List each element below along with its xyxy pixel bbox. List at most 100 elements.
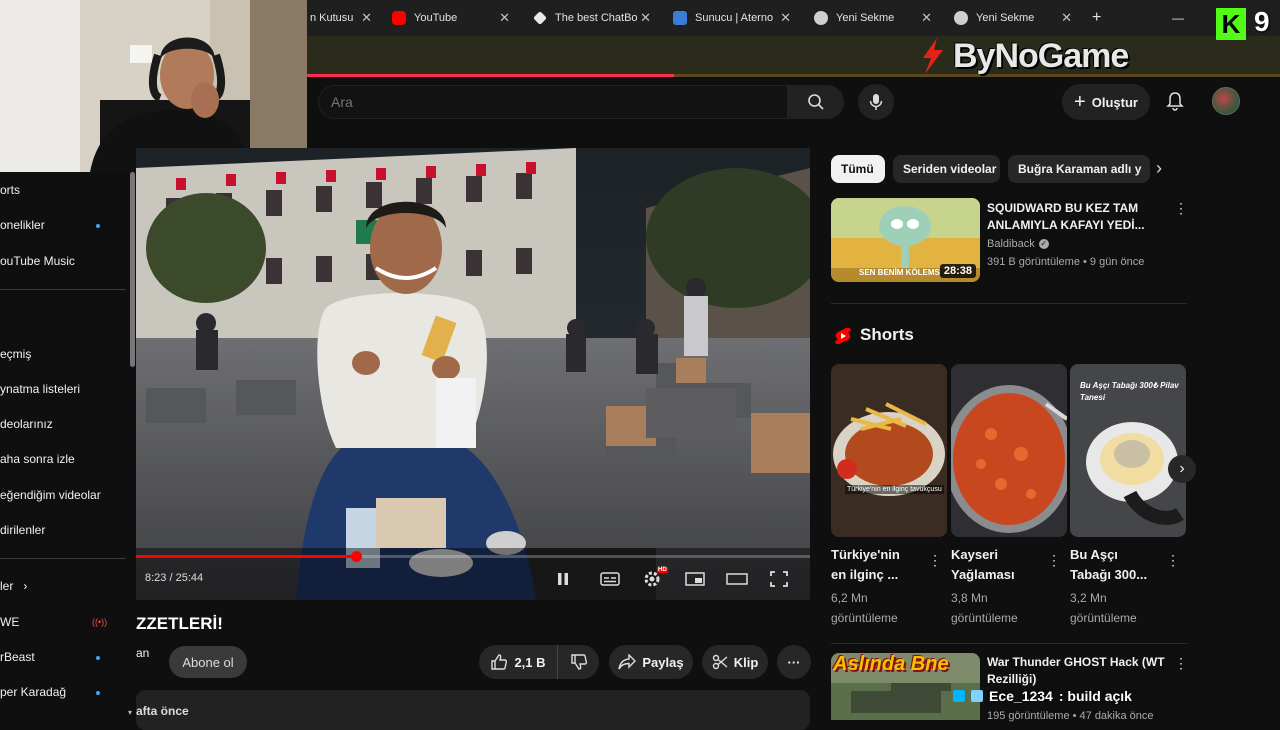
browser-tab[interactable]: Yeni Sekme ✕ — [814, 4, 932, 32]
sidebar-item-subscriptions[interactable]: onelikler — [0, 218, 130, 232]
search-input[interactable]: Ara — [318, 85, 788, 119]
search-icon — [808, 94, 824, 110]
short-views: 3,2 Mn görüntüleme — [1070, 591, 1137, 625]
create-button[interactable]: + Oluştur — [1062, 84, 1150, 120]
more-vertical-icon[interactable]: ⋮ — [1166, 552, 1180, 569]
account-avatar[interactable] — [1212, 87, 1240, 115]
aternos-icon — [673, 11, 687, 25]
video-meta: 195 görüntüleme • 47 dakika önce — [987, 710, 1154, 722]
more-vertical-icon[interactable]: ⋮ — [1174, 200, 1188, 217]
close-icon[interactable]: ✕ — [361, 10, 372, 26]
sidebar-item-watch-later[interactable]: aha sonra izle — [0, 452, 130, 466]
browser-tab[interactable]: Sunucu | Aterno ✕ — [673, 4, 791, 32]
minimize-button[interactable]: — — [1172, 4, 1184, 32]
sidebar-item-your-videos[interactable]: deolarınız — [0, 417, 130, 431]
progress-bar-played — [136, 555, 356, 558]
chip-series[interactable]: Seriden videolar — [893, 155, 1000, 183]
verified-icon: ✓ — [1038, 239, 1049, 249]
sidebar-channel-item[interactable]: per Karadağ — [0, 685, 130, 699]
section-divider — [831, 643, 1187, 644]
voice-search-button[interactable] — [858, 84, 894, 120]
new-tab-button[interactable]: + — [1092, 4, 1101, 32]
sidebar-item-youtube-music[interactable]: ouTube Music — [0, 254, 130, 268]
thumbnail-caption: Bu Aşçı Tabağı 300₺ Pilav Tanesi — [1080, 381, 1179, 402]
shorts-next-button[interactable]: › — [1168, 455, 1196, 483]
sidebar-item-subscriptions-header[interactable]: ler › — [0, 579, 130, 593]
video-player[interactable] — [136, 148, 810, 600]
video-meta: 391 B görüntüleme • 9 gün önce — [987, 256, 1145, 268]
chevron-right-icon[interactable]: › — [1156, 158, 1162, 179]
browser-tab[interactable]: Yeni Sekme ✕ — [954, 4, 1072, 32]
video-thumbnail[interactable]: SEN BENİM KÖLEMS 28:38 — [831, 198, 980, 282]
channel-name[interactable]: Baldiback ✓ — [987, 238, 1049, 250]
upload-date: afta önce — [136, 704, 189, 718]
channel-name[interactable]: an — [136, 646, 149, 660]
subtitles-button[interactable] — [599, 570, 621, 588]
video-thumbnail[interactable]: Aslında Bne — [831, 653, 980, 720]
short-thumbnail[interactable] — [951, 364, 1067, 537]
close-icon[interactable]: ✕ — [780, 10, 791, 26]
bynogame-mark-icon — [923, 38, 943, 74]
sidebar-item-shorts[interactable]: orts — [0, 183, 130, 197]
time-display: 8:23 / 25:44 — [145, 572, 204, 584]
progress-scrubber[interactable] — [351, 551, 362, 562]
short-thumbnail[interactable]: Bu Aşçı Tabağı 300₺ Pilav Tanesi — [1070, 364, 1186, 537]
streamer-camera-image — [0, 0, 307, 172]
sidebar-channel-item[interactable]: rBeast — [0, 650, 130, 664]
browser-tab[interactable]: YouTube ✕ — [392, 4, 510, 32]
close-icon[interactable]: ✕ — [1061, 10, 1072, 26]
sidebar-channel-item[interactable]: WE — [0, 615, 130, 629]
section-divider — [831, 303, 1187, 304]
fries-chicken-thumbnail-image — [831, 364, 947, 537]
fullscreen-button[interactable] — [768, 570, 790, 588]
short-title[interactable]: Kayseri Yağlaması — [951, 545, 1041, 585]
more-actions-button[interactable]: ··· — [777, 645, 811, 679]
more-vertical-icon[interactable]: ⋮ — [928, 552, 942, 569]
dislike-button[interactable] — [557, 645, 599, 679]
short-title[interactable]: Türkiye'nin en ilginç ... — [831, 545, 921, 585]
close-icon[interactable]: ✕ — [921, 10, 932, 26]
thumbnail-caption: SEN BENİM KÖLEMS — [859, 268, 940, 277]
sidebar-scrollbar[interactable] — [130, 172, 135, 367]
clip-button[interactable]: Klip — [702, 645, 768, 679]
short-thumbnail[interactable]: Türkiye'nin en ilginç tavukçusu — [831, 364, 947, 537]
video-title[interactable]: War Thunder GHOST Hack (WT Rezilliği) — [987, 654, 1165, 688]
close-icon[interactable]: ✕ — [640, 10, 651, 26]
share-icon — [618, 654, 637, 670]
description-box[interactable] — [136, 690, 810, 730]
guide-sidebar: orts onelikler ouTube Music eçmiş ynatma… — [0, 172, 136, 720]
chat-badge-icon — [953, 690, 965, 702]
sidebar-item-history[interactable]: eçmiş — [0, 347, 130, 361]
like-button[interactable]: 2,1 B — [479, 645, 557, 679]
chip-all[interactable]: Tümü — [831, 155, 885, 183]
sidebar-divider — [0, 289, 126, 290]
shorts-heading: Shorts — [860, 325, 914, 344]
youtube-icon — [392, 11, 406, 25]
more-vertical-icon[interactable]: ⋮ — [1174, 655, 1188, 672]
video-title[interactable]: SQUIDWARD BU KEZ TAM ANLAMIYLA KAFAYI YE… — [987, 200, 1145, 234]
close-icon[interactable]: ✕ — [499, 10, 510, 26]
subscribe-button[interactable]: Abone ol — [169, 646, 247, 678]
browser-tab[interactable]: The best ChatBo ✕ — [533, 4, 651, 32]
sidebar-item-playlists[interactable]: ynatma listeleri — [0, 382, 130, 396]
chat-username: Ece_1234 — [989, 688, 1053, 704]
pause-button[interactable] — [552, 570, 574, 588]
short-title[interactable]: Bu Aşçı Tabağı 300... — [1070, 545, 1160, 585]
chat-text: : build açık — [1058, 688, 1132, 704]
theater-mode-button[interactable] — [726, 570, 748, 588]
tab-label: Sunucu | Aterno — [695, 12, 774, 24]
share-button[interactable]: Paylaş — [609, 645, 693, 679]
kick-logo: K — [1216, 8, 1246, 40]
video-frame-image — [136, 148, 810, 600]
sidebar-item-liked-videos[interactable]: eğendiğim videolar — [0, 488, 130, 502]
browser-tab[interactable]: n Kutusu ✕ — [310, 4, 372, 32]
shorts-icon — [835, 327, 851, 350]
search-button[interactable] — [788, 85, 844, 119]
notifications-button[interactable] — [1160, 86, 1190, 116]
new-content-dot — [96, 656, 100, 660]
sidebar-item-downloads[interactable]: dirilenler — [0, 523, 130, 537]
video-title: ZZETLERİ! — [136, 614, 223, 633]
chip-channel[interactable]: Buğra Karaman adlı y — [1008, 155, 1150, 183]
miniplayer-button[interactable] — [684, 570, 706, 588]
more-vertical-icon[interactable]: ⋮ — [1047, 552, 1061, 569]
